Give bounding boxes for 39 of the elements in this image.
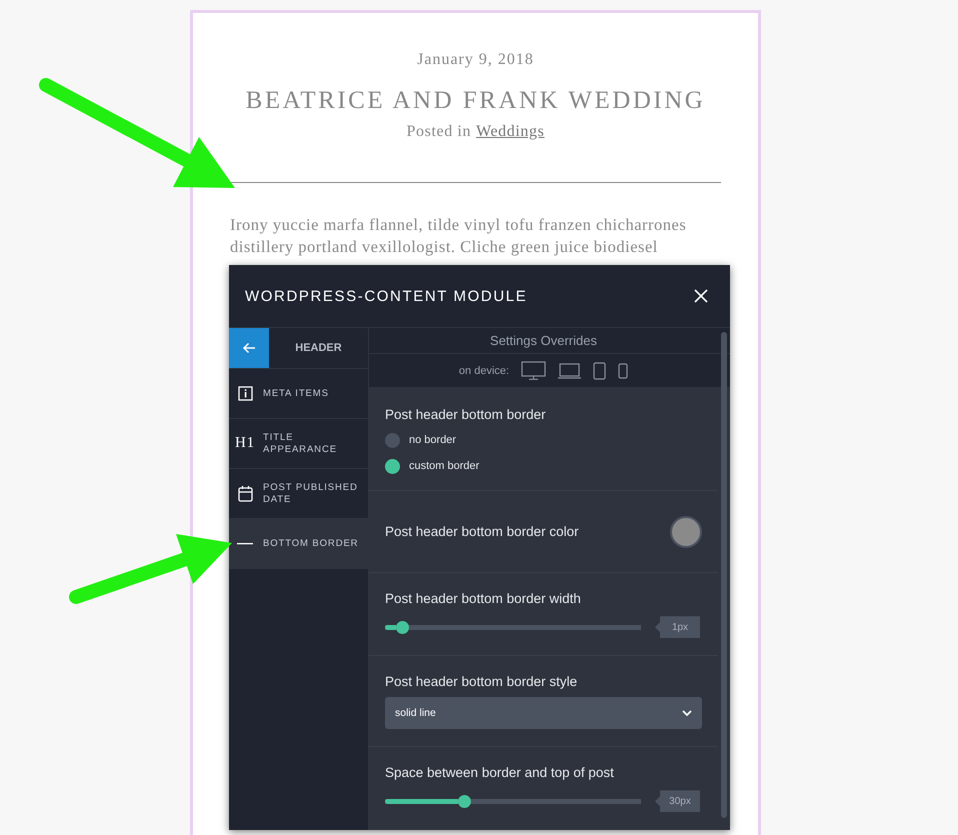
radio-button[interactable] [385,432,400,448]
color-swatch[interactable] [670,516,702,548]
radio-button[interactable] [385,458,400,474]
style-dropdown[interactable]: solid line [385,696,702,729]
paragraph-line: distillery portland vexillologist. Cliche green juice biodiesel [230,236,659,258]
setting-label: Post header bottom border color [385,524,579,540]
arrow-left-icon [242,342,256,354]
setting-label: Post header bottom border style [385,674,578,689]
overrides-title: Settings Overrides [369,328,730,354]
slider-thumb[interactable] [396,620,409,634]
nav-item[interactable]: META ITEMS [229,369,368,419]
nav-item[interactable]: BOTTOM BORDER [229,519,368,569]
close-icon[interactable] [694,289,708,303]
post-title: BEATRICE AND FRANK WEDDING [244,87,706,115]
paragraph-line: Irony yuccie marfa flannel, tilde vinyl tofu franzen chicharrones [230,214,688,236]
info-icon [238,386,252,401]
chevron-down-icon [682,710,692,716]
setting-label: Post header bottom border [385,406,547,422]
desktop-icon[interactable] [521,361,546,380]
radio-label: custom border [409,460,480,472]
laptop-icon[interactable] [558,362,582,379]
posted-in-label: Posted in [406,123,472,141]
slider-value: 1px [655,616,700,638]
radio-label: no border [409,434,456,446]
post-date: January 9, 2018 [416,51,535,69]
tablet-icon[interactable] [593,362,606,380]
slider-value: 30px [655,790,700,812]
phone-icon[interactable] [618,362,628,379]
calendar-icon [238,485,252,502]
line-icon [237,543,253,545]
section-header: HEADER [294,341,343,356]
setting-label: Post header bottom border width [385,591,582,606]
panel-title: WORDPRESS-CONTENT MODULE [245,288,528,304]
heading-icon: H1 [234,435,256,452]
device-label: on device: [458,364,510,377]
slider-thumb[interactable] [458,794,472,808]
category-link[interactable]: Weddings [476,123,544,141]
setting-label: Space between border and top of post [385,765,615,780]
scrollbar[interactable] [721,332,727,818]
